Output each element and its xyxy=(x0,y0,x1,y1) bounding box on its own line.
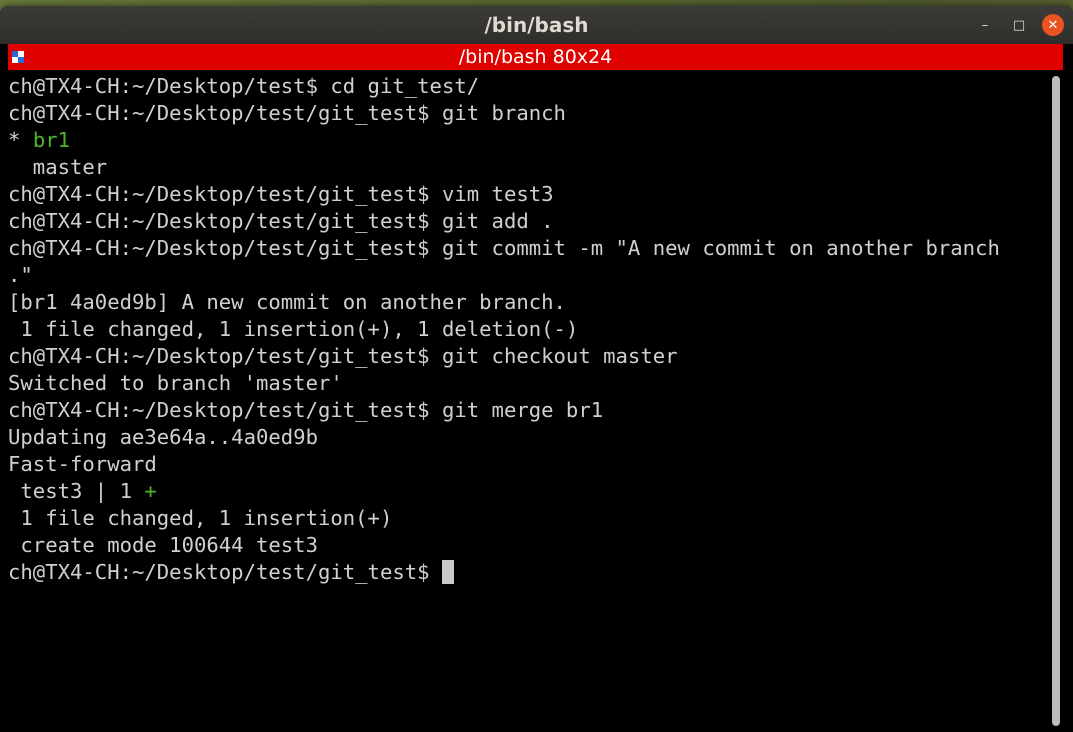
tab-bar[interactable]: /bin/bash 80x24 xyxy=(8,44,1063,70)
window-controls: – □ ✕ xyxy=(962,6,1064,44)
minimize-button[interactable]: – xyxy=(974,14,996,36)
maximize-button[interactable]: □ xyxy=(1008,14,1030,36)
terminal-line: ch@TX4-CH:~/Desktop/test/git_test$ git b… xyxy=(8,101,566,125)
window-title: /bin/bash xyxy=(484,13,589,37)
terminal-line: Fast-forward xyxy=(8,452,157,476)
line-prefix: * xyxy=(8,128,33,152)
window-titlebar[interactable]: /bin/bash – □ ✕ xyxy=(0,6,1073,44)
terminal-line: [br1 4a0ed9b] A new commit on another br… xyxy=(8,290,566,314)
line-prefix: test3 | 1 xyxy=(8,479,145,503)
terminal-line: ch@TX4-CH:~/Desktop/test/git_test$ git m… xyxy=(8,398,604,422)
terminal-window: /bin/bash – □ ✕ /bin/bash 80x24 ch@TX4-C… xyxy=(0,6,1073,732)
tab-title: /bin/bash 80x24 xyxy=(458,46,613,68)
terminal-line: 1 file changed, 1 insertion(+) xyxy=(8,506,393,530)
terminal-line: master xyxy=(8,155,108,179)
highlighted-text: + xyxy=(144,479,157,503)
shell-prompt: ch@TX4-CH:~/Desktop/test/git_test$ xyxy=(8,560,442,584)
prompt-line[interactable]: ch@TX4-CH:~/Desktop/test/git_test$ xyxy=(8,559,1048,586)
highlighted-text: br1 xyxy=(32,128,71,152)
text-cursor xyxy=(441,560,454,584)
terminal-output[interactable]: ch@TX4-CH:~/Desktop/test$ cd git_test/ch… xyxy=(8,70,1048,732)
terminal-line: ." xyxy=(8,263,33,287)
terminal-line: test3 | 1 + xyxy=(8,478,1048,505)
scrollbar-thumb[interactable] xyxy=(1052,76,1060,726)
close-button[interactable]: ✕ xyxy=(1042,14,1064,36)
terminal-tab-icon xyxy=(12,51,24,63)
terminal-line: Updating ae3e64a..4a0ed9b xyxy=(8,425,318,449)
terminal-line: 1 file changed, 1 insertion(+), 1 deleti… xyxy=(8,317,579,341)
terminal-line: Switched to branch 'master' xyxy=(8,371,343,395)
terminal-line: ch@TX4-CH:~/Desktop/test/git_test$ git c… xyxy=(8,236,1000,260)
terminal-line: create mode 100644 test3 xyxy=(8,533,318,557)
terminal-line: ch@TX4-CH:~/Desktop/test/git_test$ git c… xyxy=(8,344,678,368)
terminal-line: ch@TX4-CH:~/Desktop/test/git_test$ git a… xyxy=(8,209,554,233)
terminal-line: ch@TX4-CH:~/Desktop/test$ cd git_test/ xyxy=(8,74,480,98)
terminal-line: ch@TX4-CH:~/Desktop/test/git_test$ vim t… xyxy=(8,182,554,206)
terminal-line: * br1 xyxy=(8,127,1048,154)
terminal-scrollbar[interactable] xyxy=(1049,70,1063,732)
